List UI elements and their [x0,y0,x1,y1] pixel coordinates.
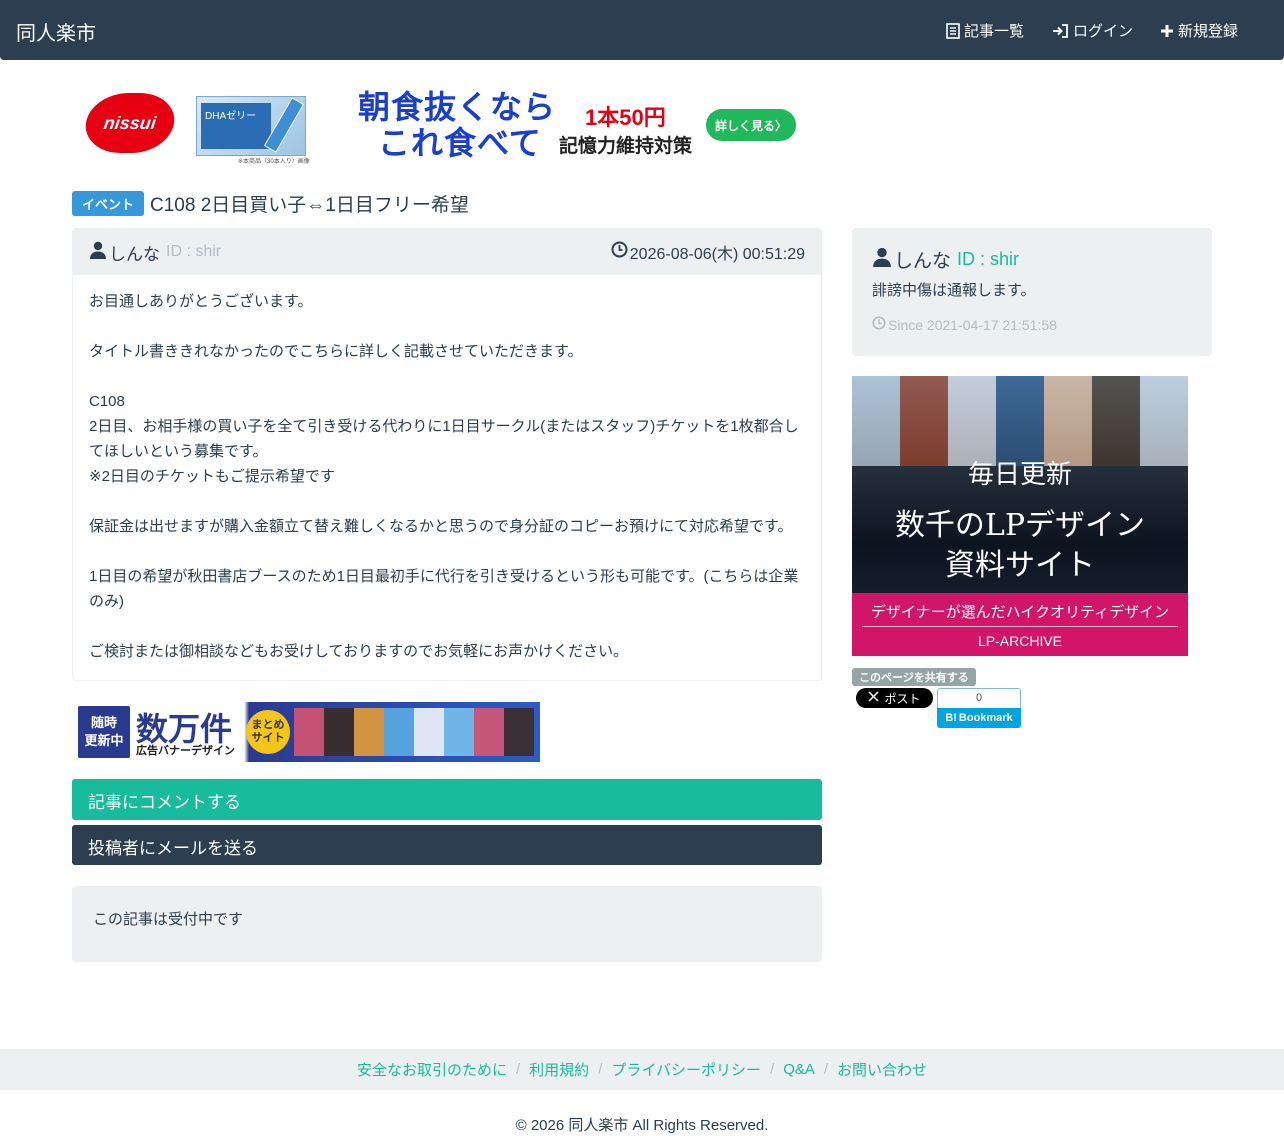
hatena-bookmark-button[interactable]: 0 B! Bookmark [937,688,1021,728]
side-ad-band-rule [862,626,1178,627]
post-body-line: C108 [89,393,125,410]
nav-articles-link[interactable]: 記事一覧 [945,20,1024,41]
footer-separator: / [770,1061,775,1078]
ad-copy-line1: 朝食抜くなら [358,89,557,125]
comment-button[interactable]: 記事にコメントする [72,779,822,820]
ad-price: 1本50円 [585,105,666,130]
footer-separator: / [823,1061,829,1078]
post-body-line: のみ) [89,593,124,610]
footer-separator: / [598,1061,603,1078]
side-ad-band-text: デザイナーが選んだハイクオリティデザイン [870,603,1170,621]
post-author[interactable]: しんな ID : shir [89,240,221,265]
profile-since-text: Since 2021-04-17 21:51:58 [888,316,1057,333]
side-ad-line2: 数千のLPデザイン [894,508,1146,543]
side-ad-banner[interactable]: 毎日更新 数千のLPデザイン 資料サイト デザイナーが選んだハイクオリティデザイ… [852,376,1188,656]
footer-link[interactable]: プライバシーポリシー [611,1059,761,1080]
status-text: この記事は受付中です [93,911,244,928]
ad-update-badge: 随時 更新中 [78,706,130,758]
user-icon [872,247,892,273]
footer-separator: / [515,1061,521,1078]
post-panel: しんな ID : shir 2026-08-06(木) 00:51:29 お目通… [72,228,822,681]
post-body-line [89,489,805,514]
x-logo-icon [868,691,880,705]
post-datetime: 2026-08-06(木) 00:51:29 [629,246,805,263]
mid-ad-banner[interactable]: 随時 更新中 数万件 広告バナーデザイン まとめ サイト [78,702,540,762]
site-brand[interactable]: 同人楽市 [16,17,96,46]
ad-details-button[interactable]: 詳しく見る〉 [706,109,796,141]
post-body-line [89,364,805,389]
post-body-line: てほしいという募集です。 [89,443,268,460]
product-box: DHAゼリー [201,103,271,149]
mail-button[interactable]: 投稿者にメールを送る [72,825,822,865]
ad-mid-subline: 広告バナーデザイン [136,745,235,757]
post-body-line: 2日目、お相手様の買い子を全て引き受ける代わりに1日目サークル(またはスタッフ)… [89,418,799,435]
nav-register-label: 新規登録 [1178,23,1239,40]
footer-link[interactable]: 安全なお取引のために [357,1059,507,1080]
top-ad-banner[interactable]: nissui DHAゼリー ※本商品（30本入り）画像 朝食抜くなら これ食べて… [78,88,798,165]
x-post-button[interactable]: ポスト [856,688,933,708]
post-body-line: 保証金は出せますが購入金額立て替え難しくなるかと思うので身分証のコピーお預けにて… [89,518,793,535]
nissui-logo: nissui [81,93,179,153]
profile-bio: 誹謗中傷は通報します。 [872,282,1036,299]
side-ad-line3: 資料サイト [945,548,1095,583]
post-body-line: 1日目の希望が秋田書店ブースのため1日目最初手に代行を引き受けるという形も可能で… [89,568,799,585]
plus-icon [1159,23,1175,39]
category-badge[interactable]: イベント [72,191,145,216]
post-body: お目通しありがとうございます。タイトル書ききれなかったのでこちらに詳しく記載させ… [73,275,821,678]
side-ad-line1: 毎日更新 [967,460,1072,490]
copyright: © 2026 同人楽市 All Rights Reserved. [515,1117,769,1134]
hatena-count: 0 [937,688,1021,708]
footer-link[interactable]: 利用規約 [529,1059,589,1080]
nav-login-label: ログイン [1073,23,1134,40]
clock-icon [872,316,886,333]
profile-name-row[interactable]: しんな ID : shir [872,246,1192,273]
post-author-id: ID : shir [166,243,222,260]
user-icon [89,241,107,264]
post-title-row: イベント C108 2日目買い子⇔1日目フリー希望 [72,190,469,217]
navbar: 同人楽市 記事一覧 ログイン 新規登録 [0,0,1284,60]
nav-register-link[interactable]: 新規登録 [1159,20,1238,41]
post-body-line [89,314,805,339]
hatena-b-icon: B! [945,712,957,724]
nav-login-link[interactable]: ログイン [1052,20,1133,41]
side-ad-band: デザイナーが選んだハイクオリティデザイン LP-ARCHIVE [852,593,1188,656]
product-image: DHAゼリー [196,96,306,156]
side-ad-thumbnails [852,376,1188,466]
post-author-name: しんな [109,244,160,264]
author-profile-card: しんな ID : shir 誹謗中傷は通報します。 Since 2021-04-… [852,228,1212,356]
post-panel-header: しんな ID : shir 2026-08-06(木) 00:51:29 [73,229,821,275]
footer-link[interactable]: Q&A [783,1061,815,1078]
post-body-line: ※2日目のチケットもご提示希望です [89,468,335,485]
post-body-line: ご検討または御相談などもお受けしておりますのでお気軽にお声かけください。 [89,643,629,660]
post-body-line: お目通しありがとうございます。 [89,293,313,310]
ad-copy-line2: これ食べて [378,125,542,161]
ad-mid-circle: まとめ サイト [246,710,290,754]
login-icon [1052,23,1070,39]
ad-mid-thumbnails [294,708,534,756]
nav-articles-label: 記事一覧 [964,23,1025,40]
ad-subcopy: 記憶力維持対策 [559,136,693,157]
post-title: C108 2日目買い子⇔1日目フリー希望 [150,195,469,216]
profile-since: Since 2021-04-17 21:51:58 [872,316,1192,333]
post-body-line [89,614,805,639]
post-body-line [89,539,805,564]
product-note: ※本商品（30本入り）画像 [238,159,310,165]
footer-link[interactable]: お問い合わせ [837,1059,927,1080]
share-label: このページを共有する [852,668,976,686]
hatena-bookmark-label: Bookmark [958,712,1013,724]
post-body-line: タイトル書ききれなかったのでこちらに詳しく記載させていただきます。 [89,343,583,360]
status-well: この記事は受付中です [72,886,822,962]
footer-links: 安全なお取引のために / 利用規約 / プライバシーポリシー / Q&A / お問い合わせ [0,1049,1284,1090]
x-post-label: ポスト [884,691,921,706]
hatena-bookmark: B! Bookmark [937,708,1021,728]
post-date: 2026-08-06(木) 00:51:29 [611,240,805,264]
side-ad-band-brand: LP-ARCHIVE [977,633,1063,649]
list-icon [945,22,961,39]
profile-name: しんな [894,251,952,272]
clock-icon [611,241,628,263]
profile-id: ID : shir [957,249,1020,269]
